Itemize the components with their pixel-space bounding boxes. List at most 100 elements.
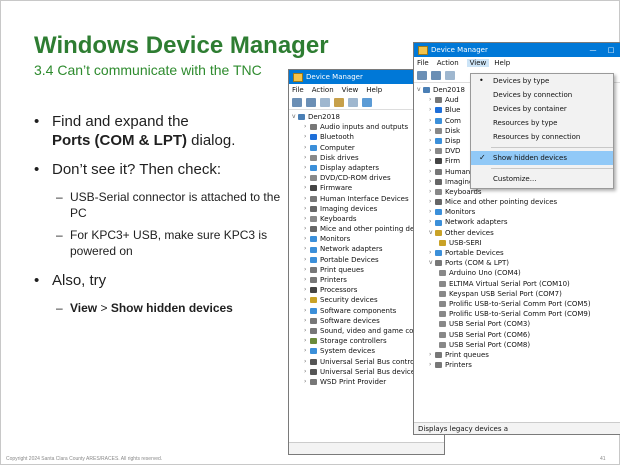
device-manager-icon [418, 45, 428, 55]
usb-icon [310, 358, 317, 365]
radio-bullet-icon: • [479, 76, 484, 85]
tree-item-usb-serial-unknown[interactable]: USB-SERI [417, 238, 620, 248]
tree-item-port[interactable]: USB Serial Port (COM8) [417, 340, 620, 350]
bullet-bold-ports: Ports (COM & LPT) [52, 132, 187, 149]
tree-item-label: ELTIMA Virtual Serial Port (COM10) [449, 279, 570, 288]
help-icon[interactable] [334, 97, 344, 107]
menu-item-show-hidden-devices[interactable]: ✓ Show hidden devices [471, 151, 613, 165]
tree-item-label: Monitors [445, 208, 476, 217]
tree-item-port[interactable]: Keyspan USB Serial Port (COM7) [417, 289, 620, 299]
minimize-button[interactable]: — [584, 43, 602, 57]
show-hidden-text: Show hidden devices [110, 301, 233, 315]
menu-help[interactable]: Help [494, 59, 510, 67]
monitor-icon [310, 236, 317, 243]
tree-item-print-queues[interactable]: › Print queues [417, 350, 620, 360]
port-icon [439, 290, 446, 297]
tree-item-label: Print queues [320, 265, 364, 274]
back-arrow-icon[interactable] [292, 97, 302, 107]
tree-item-ports[interactable]: v Ports (COM & LPT) [417, 258, 620, 268]
tree-item-label: Mice and other pointing devices [445, 198, 558, 207]
tree-item-port[interactable]: Arduino Uno (COM4) [417, 268, 620, 278]
tree-item-label: Other devices [445, 228, 494, 237]
menu-item-customize[interactable]: Customize... [471, 172, 613, 186]
tree-item-network[interactable]: › Network adapters [417, 217, 620, 227]
mouse-icon [310, 226, 317, 233]
tree-item-label: Bluetooth [320, 133, 354, 142]
properties-icon[interactable] [320, 97, 330, 107]
computer-icon [298, 114, 305, 121]
menu-item-label: Resources by connection [493, 133, 581, 141]
properties-icon[interactable] [445, 70, 455, 80]
tree-item-label: DVD [445, 147, 461, 156]
menu-item-label: Resources by type [493, 119, 558, 127]
menu-item-devices-by-connection[interactable]: Devices by connection [471, 88, 613, 102]
tree-item-label: Keyspan USB Serial Port (COM7) [449, 289, 562, 298]
menu-action[interactable]: Action [312, 86, 334, 94]
sub-bullet-usb-serial: USB-Serial connector is attached to the … [56, 189, 284, 221]
tree-item-label: Monitors [320, 235, 351, 244]
portable-device-icon [310, 256, 317, 263]
tree-item-port[interactable]: Prolific USB-to-Serial Comm Port (COM9) [417, 309, 620, 319]
component-icon [310, 307, 317, 314]
tree-item-port[interactable]: ELTIMA Virtual Serial Port (COM10) [417, 279, 620, 289]
tree-item-label: Universal Serial Bus devices [320, 367, 419, 376]
tree-item-portable[interactable]: › Portable Devices [417, 248, 620, 258]
tree-item-other-devices[interactable]: v Other devices [417, 228, 620, 238]
tree-item-label: WSD Print Provider [320, 377, 387, 386]
window-title: Device Manager [431, 46, 488, 54]
tree-item-label: Network adapters [445, 218, 508, 227]
printer-icon [310, 277, 317, 284]
menu-action[interactable]: Action [437, 59, 459, 67]
tree-item-mice[interactable]: › Mice and other pointing devices [417, 197, 620, 207]
menu-help[interactable]: Help [366, 86, 382, 94]
menu-file[interactable]: File [292, 86, 304, 94]
warning-icon [435, 229, 442, 236]
menu-item-resources-by-connection[interactable]: Resources by connection [471, 130, 613, 144]
forward-arrow-icon[interactable] [431, 70, 441, 80]
printer-icon [435, 351, 442, 358]
tree-item-label: Imaging devices [320, 204, 378, 213]
tree-item-monitors[interactable]: › Monitors [417, 207, 620, 217]
monitor-icon[interactable] [362, 97, 372, 107]
maximize-button[interactable]: □ [602, 43, 620, 57]
menu-item-label: Show hidden devices [493, 154, 567, 162]
menu-item-devices-by-container[interactable]: Devices by container [471, 102, 613, 116]
view-icon[interactable] [348, 97, 358, 107]
menu-bar: File Action View Help [414, 57, 620, 68]
window-title: Device Manager [306, 73, 363, 81]
printer-icon [310, 266, 317, 273]
window-controls: — □ [584, 43, 620, 57]
tree-item-label: Firmware [320, 184, 353, 193]
tree-item-label: USB Serial Port (COM8) [449, 340, 531, 349]
tree-item-label: Arduino Uno (COM4) [449, 269, 521, 278]
tree-item-label: USB-SERI [449, 238, 482, 247]
view-text: View [70, 301, 98, 315]
menu-separator [491, 168, 613, 169]
tree-item-label: Portable Devices [445, 249, 504, 257]
processor-icon [310, 287, 317, 294]
tree-item-port[interactable]: Prolific USB-to-Serial Comm Port (COM5) [417, 299, 620, 309]
forward-arrow-icon[interactable] [306, 97, 316, 107]
bluetooth-icon [435, 107, 442, 114]
tree-item-label: Prolific USB-to-Serial Comm Port (COM9) [449, 310, 591, 319]
window-titlebar[interactable]: Device Manager — □ [414, 43, 620, 57]
hid-icon [435, 168, 442, 175]
tree-item-port[interactable]: USB Serial Port (COM3) [417, 319, 620, 329]
checkmark-icon: ✓ [479, 153, 486, 162]
menu-file[interactable]: File [417, 59, 429, 67]
tree-item-label: Printers [320, 276, 347, 284]
tree-item-label: Network adapters [320, 245, 383, 254]
tree-item-port[interactable]: USB Serial Port (COM6) [417, 330, 620, 340]
firmware-icon [310, 185, 317, 192]
title-group: Device Manager [418, 45, 488, 55]
back-arrow-icon[interactable] [417, 70, 427, 80]
menu-item-resources-by-type[interactable]: Resources by type [471, 116, 613, 130]
menu-view[interactable]: View [342, 86, 359, 94]
display-icon [435, 138, 442, 145]
tree-item-printers[interactable]: › Printers [417, 360, 620, 370]
menu-item-devices-by-type[interactable]: • Devices by type [471, 74, 613, 88]
speaker-icon [310, 328, 317, 335]
mouse-icon [435, 199, 442, 206]
menu-item-label: Customize... [493, 175, 537, 183]
menu-view[interactable]: View [466, 58, 490, 67]
